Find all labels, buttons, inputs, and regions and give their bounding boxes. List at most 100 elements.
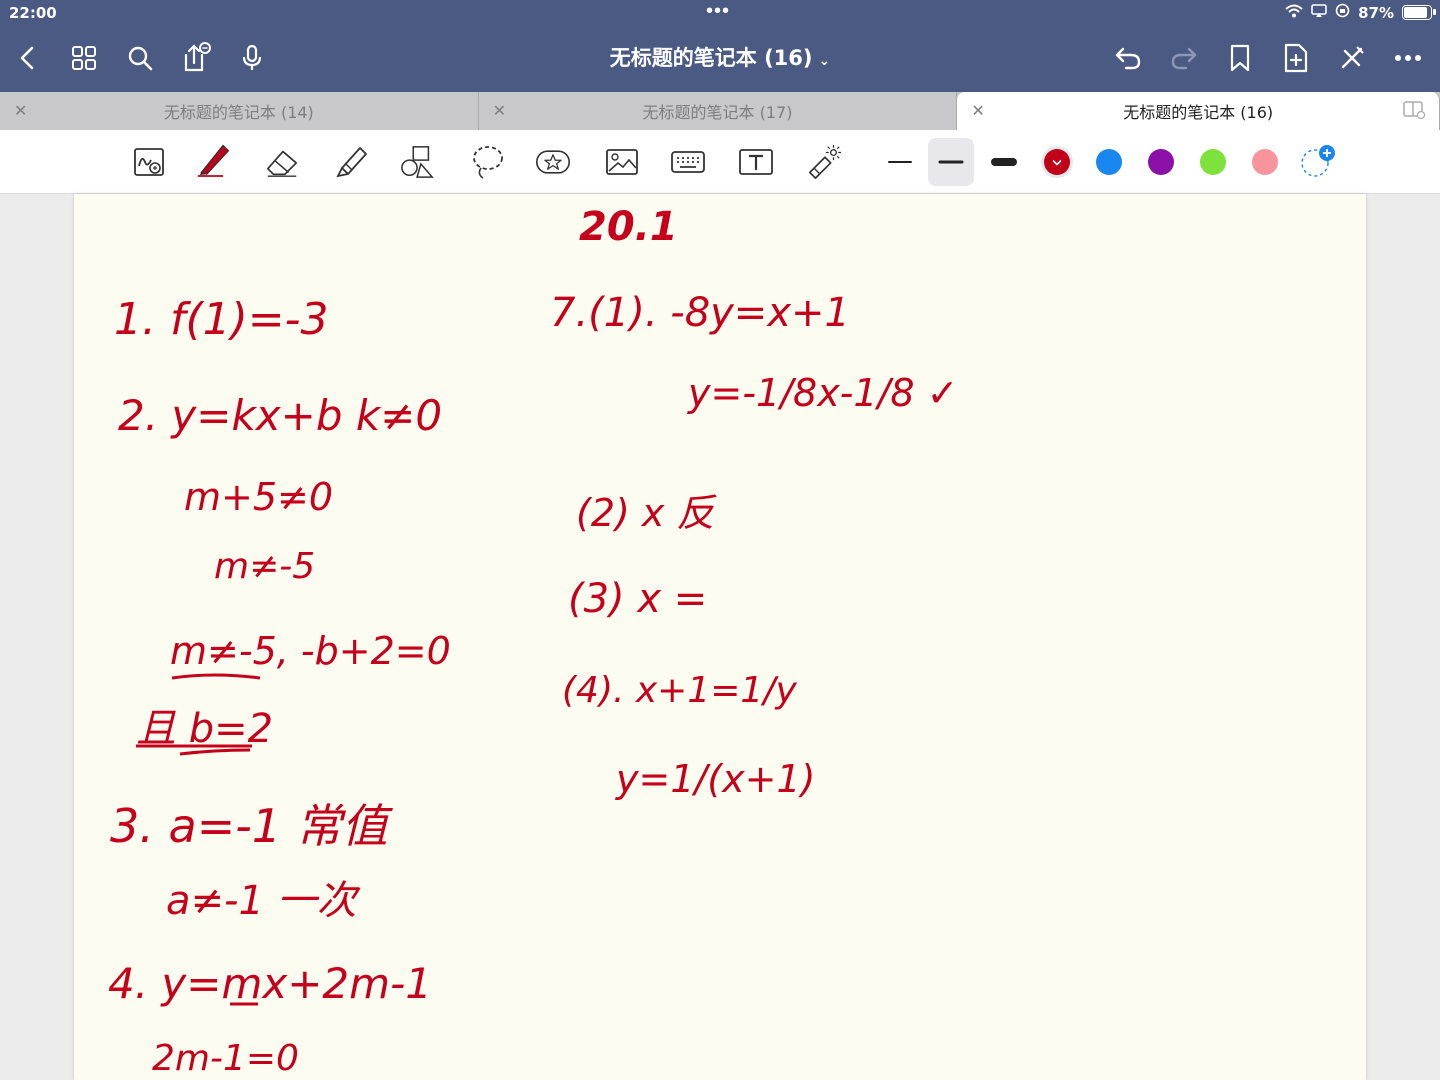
drawing-toolbar: ᛒ: [0, 130, 1440, 194]
keyboard-tool[interactable]: [670, 144, 706, 180]
thick-line-icon: [991, 158, 1017, 166]
thickness-thick[interactable]: [984, 140, 1024, 184]
share-icon: [184, 42, 211, 72]
nav-right: [1100, 30, 1436, 86]
close-icon[interactable]: ✕: [14, 101, 27, 120]
text-box-tool[interactable]: [738, 144, 774, 180]
medium-line-icon: [938, 160, 964, 164]
clock: 22:00: [9, 4, 57, 22]
tab-notebook-14[interactable]: ✕ 无标题的笔记本 (14): [0, 92, 479, 130]
grid-icon: [72, 46, 96, 70]
tab-label[interactable]: 无标题的笔记本 (16): [1123, 99, 1273, 123]
handwritten-line: 2m-1=0: [152, 1038, 299, 1079]
color-swatch-green[interactable]: [1197, 146, 1229, 178]
handwritten-line: 7.(1). -8y=x+1: [550, 290, 850, 336]
handwritten-line: m+5≠0: [184, 475, 333, 519]
sticker-tool[interactable]: [535, 144, 571, 180]
status-right: 87%: [1285, 3, 1436, 22]
battery-text: 87%: [1358, 3, 1394, 22]
thickness-medium[interactable]: [928, 138, 974, 186]
more-button[interactable]: [1380, 30, 1436, 86]
keyboard-icon: [671, 151, 705, 173]
battery-icon: [1402, 5, 1436, 20]
share-button[interactable]: [168, 30, 224, 86]
image-icon: [606, 149, 638, 175]
orientation-lock-icon: [1335, 3, 1350, 22]
handwritten-line: (2) x 反: [576, 491, 717, 535]
pen-icon: ᛒ: [197, 144, 230, 177]
pen-tool[interactable]: ᛒ: [196, 140, 232, 177]
close-icon[interactable]: ✕: [971, 101, 984, 120]
add-color-button[interactable]: [1298, 142, 1338, 182]
eraser-icon: [266, 150, 298, 177]
tab-label[interactable]: 无标题的笔记本 (14): [164, 99, 314, 123]
handwritten-line: 2. y=kx+b k≠0: [118, 391, 442, 440]
undo-button[interactable]: [1100, 30, 1156, 86]
color-swatch-red-selected[interactable]: [1040, 145, 1074, 179]
tab-bar: ✕ 无标题的笔记本 (14) ✕ 无标题的笔记本 (17) ✕ 无标题的笔记本 …: [0, 92, 1440, 130]
notebook-title-text[interactable]: 无标题的笔记本 (16): [610, 46, 813, 70]
note-page[interactable]: 20.1 1. f(1)=-3 2. y=kx+b k≠0 m+5≠0 m≠-5…: [74, 194, 1366, 1080]
zoom-handwriting-icon: [134, 148, 164, 176]
add-color-icon: [1301, 145, 1335, 177]
text-box-icon: [739, 149, 773, 175]
add-page-icon: [1284, 43, 1308, 73]
status-bar: 22:00 ••• 87%: [0, 0, 1440, 26]
wifi-icon: [1285, 4, 1303, 22]
color-swatch-purple[interactable]: [1145, 146, 1177, 178]
lasso-tool[interactable]: [470, 144, 506, 180]
highlighter-icon: [336, 147, 367, 178]
thin-line-icon: [888, 161, 912, 163]
ink-underline: [171, 673, 261, 680]
redo-icon: [1171, 47, 1197, 70]
redo-button[interactable]: [1156, 30, 1212, 86]
split-view-icon[interactable]: [1403, 100, 1426, 124]
handwritten-line: a≠-1 一次: [166, 878, 361, 924]
color-swatch-blue[interactable]: [1093, 146, 1125, 178]
highlighter-tool[interactable]: [334, 144, 370, 180]
image-tool[interactable]: [604, 144, 640, 180]
handwritten-line: m≠-5: [214, 546, 315, 587]
handwritten-line: (4). x+1=1/y: [562, 670, 797, 711]
handwritten-line: 3. a=-1 常值: [110, 799, 394, 853]
tab-notebook-16[interactable]: ✕ 无标题的笔记本 (16): [957, 92, 1440, 130]
shapes-tool[interactable]: [400, 144, 436, 180]
grid-view-button[interactable]: [56, 30, 112, 86]
thickness-thin[interactable]: [880, 140, 920, 184]
handwritten-line: m≠-5, -b+2=0: [170, 629, 451, 673]
search-icon: [128, 46, 153, 71]
close-icon[interactable]: ✕: [493, 101, 506, 120]
tab-notebook-17[interactable]: ✕ 无标题的笔记本 (17): [478, 92, 958, 130]
chevron-left-icon: [20, 46, 34, 70]
eraser-tool[interactable]: [264, 144, 300, 180]
battery-fill: [1404, 7, 1427, 18]
handwritten-line: 20.1: [579, 204, 678, 250]
nav-left: [0, 30, 280, 86]
lasso-icon: [473, 146, 503, 179]
sticker-icon: [535, 150, 571, 174]
back-button[interactable]: [0, 30, 56, 86]
search-button[interactable]: [112, 30, 168, 86]
microphone-icon: [242, 44, 262, 70]
more-icon: [1395, 55, 1421, 61]
bookmark-button[interactable]: [1212, 30, 1268, 86]
chevron-down-icon[interactable]: ⌄: [819, 53, 831, 69]
undo-icon: [1115, 47, 1141, 70]
microphone-button[interactable]: [224, 30, 280, 86]
handwritten-line: (3) x =: [568, 576, 707, 622]
handwriting-layer[interactable]: 20.1 1. f(1)=-3 2. y=kx+b k≠0 m+5≠0 m≠-5…: [74, 194, 1366, 1080]
pen-close-icon: [1341, 46, 1364, 69]
add-page-button[interactable]: [1268, 30, 1324, 86]
bookmark-icon: [1230, 44, 1250, 72]
zoom-handwriting-tool[interactable]: [132, 144, 168, 180]
color-swatch-pink[interactable]: [1249, 146, 1281, 178]
pen-mode-button[interactable]: [1324, 30, 1380, 86]
multitasking-dots[interactable]: •••: [706, 0, 730, 23]
tab-label[interactable]: 无标题的笔记本 (17): [643, 99, 793, 123]
handwritten-line: 4. y=mx+2m-1: [108, 959, 432, 1008]
shapes-icon: [401, 146, 434, 178]
laser-pointer-tool[interactable]: [806, 144, 842, 180]
screen-mirror-icon: [1311, 3, 1327, 22]
top-bar: 22:00 ••• 87% 无标题的笔记本 (16) ⌄: [0, 0, 1440, 92]
handwritten-line: y=1/(x+1): [615, 757, 815, 801]
